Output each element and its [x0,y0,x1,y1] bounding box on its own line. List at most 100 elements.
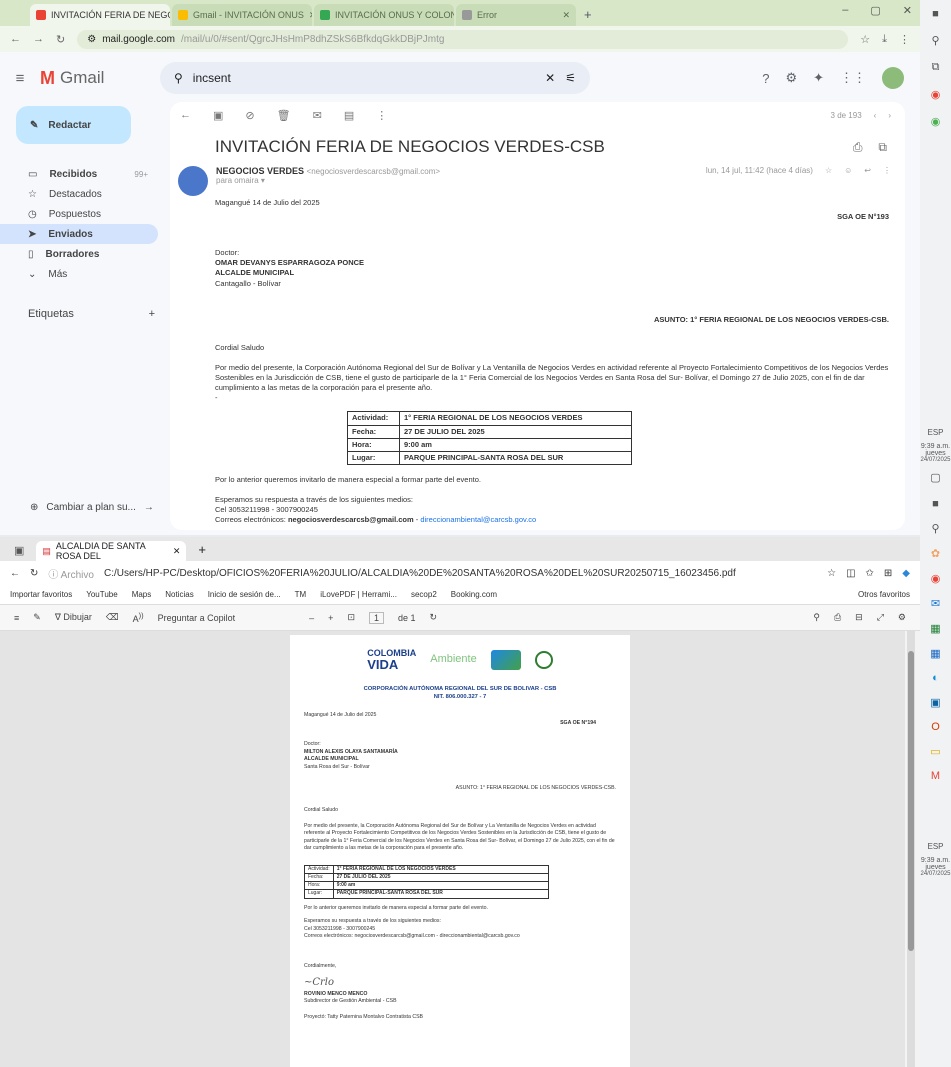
highlight-icon[interactable]: ✎ [33,612,41,623]
fullscreen-icon[interactable]: ⤢ [877,612,884,623]
star-message-icon[interactable]: ☆ [825,166,832,196]
widgets-icon[interactable]: ✿ [920,547,951,560]
email-link-1[interactable]: negociosverdescarcsb@gmail.com [288,515,414,524]
pdf-scrollbar[interactable] [907,631,915,1067]
sidebar-item-enviados[interactable]: ➤ Enviados [0,224,158,244]
sidebar-item-mas[interactable]: ⌄ Más [0,264,158,284]
chrome-icon[interactable]: ◉ [920,88,951,101]
message-more-icon[interactable]: ⋮ [883,166,891,196]
favorites-star-icon[interactable]: ☆ [827,568,836,579]
copilot-icon[interactable]: ◆ [902,568,910,579]
tab-error[interactable]: Error ✕ [456,4,576,26]
notifications-icon[interactable]: ▢ [920,471,951,484]
scrollbar-thumb[interactable] [908,651,914,951]
reload-button[interactable]: ↻ [56,33,65,46]
print-icon[interactable]: ⎙ [853,140,863,155]
prev-page-icon[interactable]: ‹ [874,111,877,120]
fav-item-tm[interactable]: TM [295,590,307,599]
fav-item-ilovepdf[interactable]: iLovePDF | Herrami... [320,590,397,599]
recipient-line[interactable]: para omaira ▾ [216,176,440,185]
rotate-icon[interactable]: ↻ [430,612,438,623]
other-favorites[interactable]: Otros favoritos [858,590,910,599]
tab-pdf-alcaldia[interactable]: ▤ ALCALDIA DE SANTA ROSA DEL ✕ [36,541,187,561]
email-link-2[interactable]: direccionambiental@carcsb.gov.co [420,515,536,524]
page-number-input[interactable]: 1 [368,611,384,624]
collections-icon[interactable]: ⊞ [884,568,892,579]
open-new-window-icon[interactable]: ⧉ [878,140,887,155]
fit-page-icon[interactable]: ⊡ [347,612,355,623]
mail-icon[interactable]: ✉ [920,597,951,610]
fav-item-maps[interactable]: Maps [132,590,152,599]
save-icon[interactable]: ⊟ [855,612,863,623]
chrome-icon-2[interactable]: ◉ [920,572,951,585]
zoom-out-icon[interactable]: – [309,613,314,623]
settings-gear-icon[interactable]: ⚙ [785,70,797,86]
gemini-icon[interactable]: ✦ [813,70,824,86]
read-aloud-icon[interactable]: A)) [133,611,144,624]
office-icon[interactable]: O [920,721,951,733]
back-arrow-icon[interactable]: ← [180,109,191,121]
sidebar-item-recibidos[interactable]: ▭ Recibidos 99+ [0,164,158,184]
more-icon[interactable]: ⋮ [376,109,387,122]
search-options-icon[interactable]: ⚟ [565,71,576,85]
outlook-icon[interactable]: ▣ [920,696,951,709]
fav-item-login[interactable]: Inicio de sesión de... [208,590,281,599]
url-bar[interactable]: ⚙ mail.google.com/mail/u/0/#sent/QgrcJHs… [77,29,849,49]
search-icon[interactable]: ⚲ [920,34,951,47]
fav-item-youtube[interactable]: YouTube [86,590,117,599]
gmail-icon[interactable]: M [920,770,951,782]
excel-icon[interactable]: ▦ [920,622,951,635]
file-path-input[interactable]: C:/Users/HP-PC/Desktop/OFICIOS%20FERIA%2… [104,568,817,579]
favorites-icon[interactable]: ✩ [866,568,874,579]
site-info-icon[interactable]: ⚙ [87,34,96,45]
fav-item-booking[interactable]: Booking.com [451,590,497,599]
tab-actions-icon[interactable]: ▣ [10,544,28,561]
start-icon-2[interactable]: ■ [920,498,951,510]
add-label-button[interactable]: + [149,308,155,320]
file-info-icon[interactable]: ⓘ Archivo [48,566,94,581]
chrome-profile-icon[interactable]: ◉ [920,115,951,128]
pdf-search-icon[interactable]: ⚲ [813,612,820,623]
move-icon[interactable]: ▤ [344,109,354,122]
search-icon[interactable]: ⚲ [174,71,183,85]
mark-unread-icon[interactable]: ✉ [313,109,322,122]
tab-gmail-onus[interactable]: Gmail - INVITACIÓN ONUS ✕ [172,4,312,26]
start-icon[interactable]: ■ [920,8,951,20]
split-screen-icon[interactable]: ◫ [846,568,855,579]
language-indicator-2[interactable]: ESP [920,842,951,851]
print-icon[interactable]: ⎙ [834,612,841,623]
search-bar[interactable]: ⚲ incsent ✕ ⚟ [160,62,590,94]
word-icon[interactable]: ▦ [920,647,951,660]
maximize-button[interactable]: ▢ [870,4,880,17]
minimize-button[interactable]: – [842,4,848,17]
back-button[interactable]: ← [10,568,20,579]
fav-item-secop2[interactable]: secop2 [411,590,437,599]
download-icon[interactable]: ⤓ [882,33,887,46]
compose-button[interactable]: ✎ Redactar [16,106,131,144]
sidebar-item-destacados[interactable]: ☆ Destacados [0,184,158,204]
close-tab-icon[interactable]: ✕ [562,10,570,21]
contents-icon[interactable]: ≡ [14,613,19,623]
plan-upgrade-link[interactable]: ⊕ Cambiar a plan su... → [30,502,154,513]
new-tab-button[interactable]: + [194,542,210,561]
eraser-icon[interactable]: ⌫ [106,612,119,623]
fav-item-noticias[interactable]: Noticias [165,590,193,599]
gmail-logo[interactable]: M Gmail [40,68,160,89]
pdf-settings-icon[interactable]: ⚙ [898,612,906,623]
browser-menu-icon[interactable]: ⋮ [899,33,910,46]
sender-avatar[interactable] [178,166,208,196]
fav-item-import[interactable]: Importar favoritos [10,590,72,599]
archive-icon[interactable]: ▣ [213,109,223,122]
help-icon[interactable]: ? [762,71,769,86]
search-icon-2[interactable]: ⚲ [920,522,951,535]
delete-icon[interactable]: 🗑 [277,109,291,122]
next-page-icon[interactable]: › [888,111,891,120]
clock-time-2[interactable]: 9:39 a.m. [920,857,951,864]
emoji-react-icon[interactable]: ☺ [844,166,852,196]
forward-button[interactable]: → [33,33,44,45]
close-tab-icon[interactable]: ✕ [309,10,312,21]
zoom-in-icon[interactable]: + [328,613,333,623]
new-tab-button[interactable]: + [578,7,598,26]
edge-icon[interactable]: ◐ [920,672,951,684]
ask-copilot-button[interactable]: Preguntar a Copilot [158,613,236,623]
